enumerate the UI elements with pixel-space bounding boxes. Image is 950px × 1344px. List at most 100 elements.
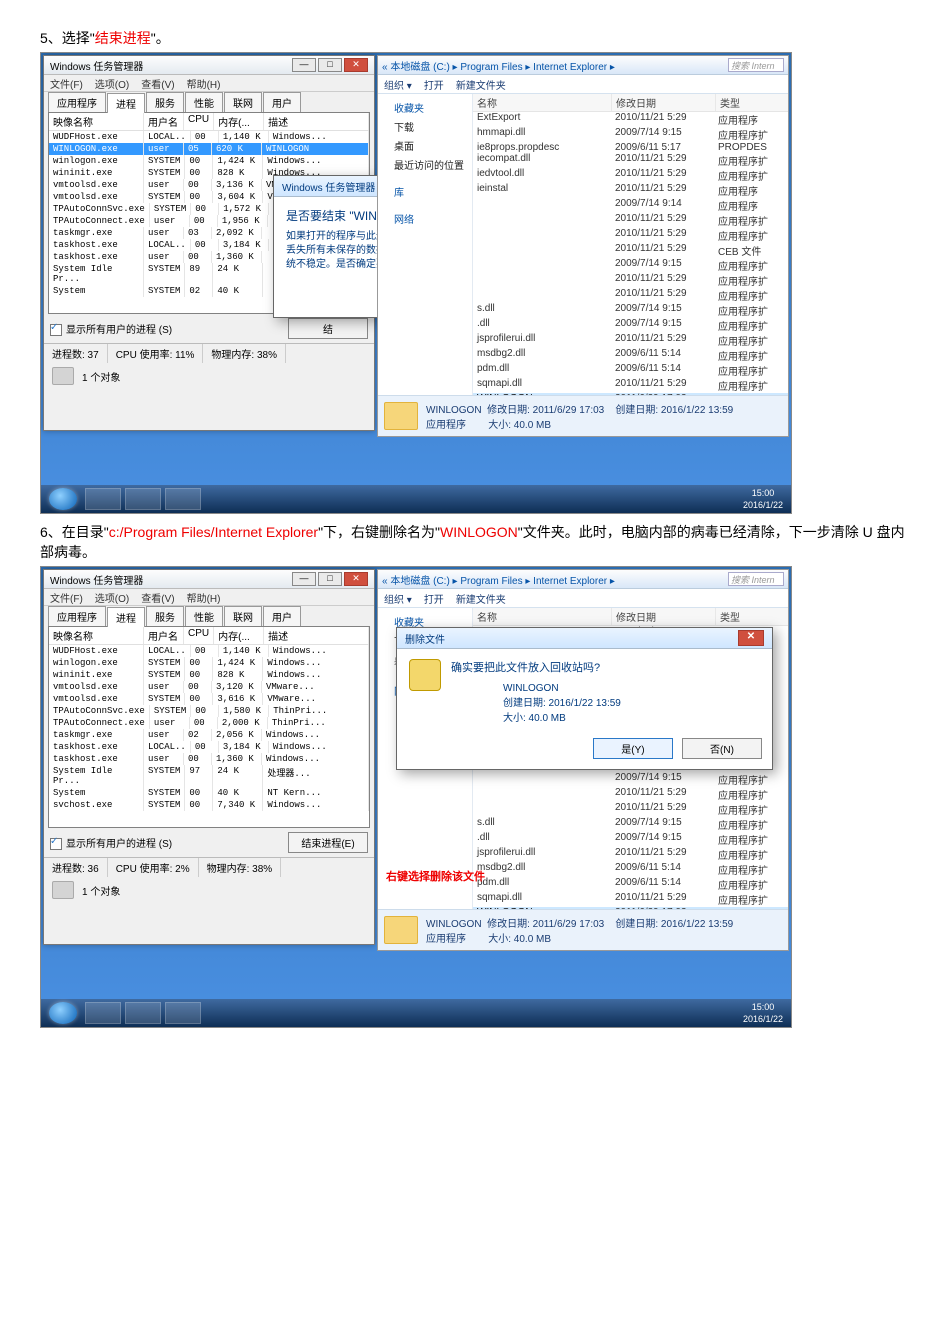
tab-performance[interactable]: 性能	[185, 606, 223, 626]
menu-options[interactable]: 选项(O)	[95, 590, 129, 605]
tab-network[interactable]: 联网	[224, 92, 262, 112]
nav-recent[interactable]: 最近访问的位置	[380, 155, 470, 174]
menu-help[interactable]: 帮助(H)	[187, 76, 221, 91]
taskbar-item[interactable]	[85, 1002, 121, 1024]
file-row[interactable]: iecompat.dll2010/11/21 5:29应用程序扩	[473, 153, 788, 168]
file-row[interactable]: s.dll2009/7/14 9:15应用程序扩	[473, 817, 788, 832]
menu-view[interactable]: 查看(V)	[141, 590, 174, 605]
file-row[interactable]: 2010/11/21 5:29应用程序扩	[473, 213, 788, 228]
file-row[interactable]: ExtExport2010/11/21 5:29应用程序	[473, 112, 788, 127]
file-row[interactable]: iedvtool.dll2010/11/21 5:29应用程序扩	[473, 168, 788, 183]
col-type[interactable]: 类型	[716, 94, 779, 111]
organize-button[interactable]: 组织 ▾	[384, 77, 412, 92]
process-row[interactable]: wininit.exeSYSTEM00828 KWindows...	[49, 669, 369, 681]
taskbar-item[interactable]	[165, 488, 201, 510]
close-button[interactable]: ✕	[344, 572, 368, 586]
file-row[interactable]: pdm.dll2009/6/11 5:14应用程序扩	[473, 363, 788, 378]
nav-downloads[interactable]: 下载	[380, 117, 470, 136]
process-row[interactable]: TPAutoConnSvc.exeSYSTEM001,580 KThinPri.…	[49, 705, 369, 717]
taskbar-item[interactable]	[165, 1002, 201, 1024]
tab-users[interactable]: 用户	[263, 92, 301, 112]
new-folder-button[interactable]: 新建文件夹	[456, 77, 506, 92]
nav-favorites[interactable]: 收藏夹	[380, 98, 470, 117]
col-mem[interactable]: 内存(...	[214, 113, 264, 130]
col-cpu[interactable]: CPU	[184, 113, 214, 130]
new-folder-button[interactable]: 新建文件夹	[456, 591, 506, 606]
no-button[interactable]: 否(N)	[682, 738, 762, 759]
file-row[interactable]: sqmapi.dll2010/11/21 5:29应用程序扩	[473, 892, 788, 907]
tab-performance[interactable]: 性能	[185, 92, 223, 112]
close-button[interactable]: ✕	[344, 58, 368, 72]
taskbar-item[interactable]	[125, 1002, 161, 1024]
process-row[interactable]: winlogon.exeSYSTEM001,424 KWindows...	[49, 155, 369, 167]
nav-network[interactable]: 网络	[380, 209, 470, 228]
file-row[interactable]: hmmapi.dll2009/7/14 9:15应用程序扩	[473, 127, 788, 142]
tab-users[interactable]: 用户	[263, 606, 301, 626]
process-row[interactable]: vmtoolsd.exeuser003,120 KVMware...	[49, 681, 369, 693]
process-row[interactable]: WINLOGON.exeuser05620 KWINLOGON	[49, 143, 369, 155]
process-row[interactable]: taskhost.exeLOCAL..003,184 KWindows...	[49, 741, 369, 753]
maximize-button[interactable]: □	[318, 58, 342, 72]
process-row[interactable]: svchost.exeSYSTEM007,340 KWindows...	[49, 799, 369, 811]
process-row[interactable]: WUDFHost.exeLOCAL..001,140 KWindows...	[49, 645, 369, 657]
search-input[interactable]: 搜索 Intern	[728, 572, 784, 586]
menu-file[interactable]: 文件(F)	[50, 590, 83, 605]
start-button[interactable]	[49, 1002, 77, 1024]
menu-help[interactable]: 帮助(H)	[187, 590, 221, 605]
process-row[interactable]: TPAutoConnect.exeuser002,000 KThinPri...	[49, 717, 369, 729]
file-row[interactable]: 2010/11/21 5:29应用程序扩	[473, 787, 788, 802]
breadcrumb[interactable]: « 本地磁盘 (C:) ▸ Program Files ▸ Internet E…	[382, 58, 615, 73]
file-row[interactable]: ieinstal2010/11/21 5:29应用程序	[473, 183, 788, 198]
process-row[interactable]: System Idle Pr...SYSTEM9724 K处理器...	[49, 765, 369, 787]
show-all-checkbox[interactable]	[50, 324, 62, 336]
search-input[interactable]: 搜索 Intern	[728, 58, 784, 72]
file-row[interactable]: s.dll2009/7/14 9:15应用程序扩	[473, 303, 788, 318]
process-row[interactable]: taskhost.exeuser001,360 KWindows...	[49, 753, 369, 765]
col-name[interactable]: 名称	[473, 94, 612, 111]
process-row[interactable]: SystemSYSTEM0040 KNT Kern...	[49, 787, 369, 799]
file-row[interactable]: 2010/11/21 5:29CEB 文件	[473, 243, 788, 258]
menu-file[interactable]: 文件(F)	[50, 76, 83, 91]
end-process-button[interactable]: 结束进程(E)	[288, 832, 368, 853]
file-row[interactable]: 2010/11/21 5:29应用程序扩	[473, 273, 788, 288]
file-row[interactable]: jsprofilerui.dll2010/11/21 5:29应用程序扩	[473, 847, 788, 862]
file-row[interactable]: sqmapi.dll2010/11/21 5:29应用程序扩	[473, 378, 788, 393]
show-all-checkbox[interactable]	[50, 838, 62, 850]
nav-libraries[interactable]: 库	[380, 182, 470, 201]
file-row[interactable]: 2010/11/21 5:29应用程序扩	[473, 802, 788, 817]
file-row[interactable]: pdm.dll2009/6/11 5:14应用程序扩	[473, 877, 788, 892]
col-desc[interactable]: 描述	[264, 113, 369, 130]
tab-apps[interactable]: 应用程序	[48, 606, 106, 626]
start-button[interactable]	[49, 488, 77, 510]
tab-processes[interactable]: 进程	[107, 607, 145, 627]
file-row[interactable]: msdbg2.dll2009/6/11 5:14应用程序扩	[473, 348, 788, 363]
file-row[interactable]: 2009/7/14 9:15应用程序扩	[473, 772, 788, 787]
file-row[interactable]: 2009/7/14 9:14应用程序	[473, 198, 788, 213]
organize-button[interactable]: 组织 ▾	[384, 591, 412, 606]
menu-options[interactable]: 选项(O)	[95, 76, 129, 91]
file-row[interactable]: 2009/7/14 9:15应用程序扩	[473, 258, 788, 273]
minimize-button[interactable]: —	[292, 572, 316, 586]
process-row[interactable]: vmtoolsd.exeSYSTEM003,616 KVMware...	[49, 693, 369, 705]
file-row[interactable]: 2010/11/21 5:29应用程序扩	[473, 288, 788, 303]
tab-services[interactable]: 服务	[146, 606, 184, 626]
file-row[interactable]: .dll2009/7/14 9:15应用程序扩	[473, 832, 788, 847]
end-process-button[interactable]: 结	[288, 318, 368, 339]
taskbar-item[interactable]	[125, 488, 161, 510]
process-row[interactable]: winlogon.exeSYSTEM001,424 KWindows...	[49, 657, 369, 669]
tab-apps[interactable]: 应用程序	[48, 92, 106, 112]
maximize-button[interactable]: □	[318, 572, 342, 586]
tray-clock[interactable]: 15:002016/1/22	[735, 487, 791, 511]
dialog-close-button[interactable]: ✕	[738, 630, 764, 646]
tab-network[interactable]: 联网	[224, 606, 262, 626]
file-row[interactable]: .dll2009/7/14 9:15应用程序扩	[473, 318, 788, 333]
open-button[interactable]: 打开	[424, 591, 444, 606]
taskbar-item[interactable]	[85, 488, 121, 510]
process-row[interactable]: WUDFHost.exeLOCAL..001,140 KWindows...	[49, 131, 369, 143]
minimize-button[interactable]: —	[292, 58, 316, 72]
file-row[interactable]: 2010/11/21 5:29应用程序扩	[473, 228, 788, 243]
nav-desktop[interactable]: 桌面	[380, 136, 470, 155]
tab-services[interactable]: 服务	[146, 92, 184, 112]
process-row[interactable]: taskmgr.exeuser022,056 KWindows...	[49, 729, 369, 741]
yes-button[interactable]: 是(Y)	[593, 738, 673, 759]
